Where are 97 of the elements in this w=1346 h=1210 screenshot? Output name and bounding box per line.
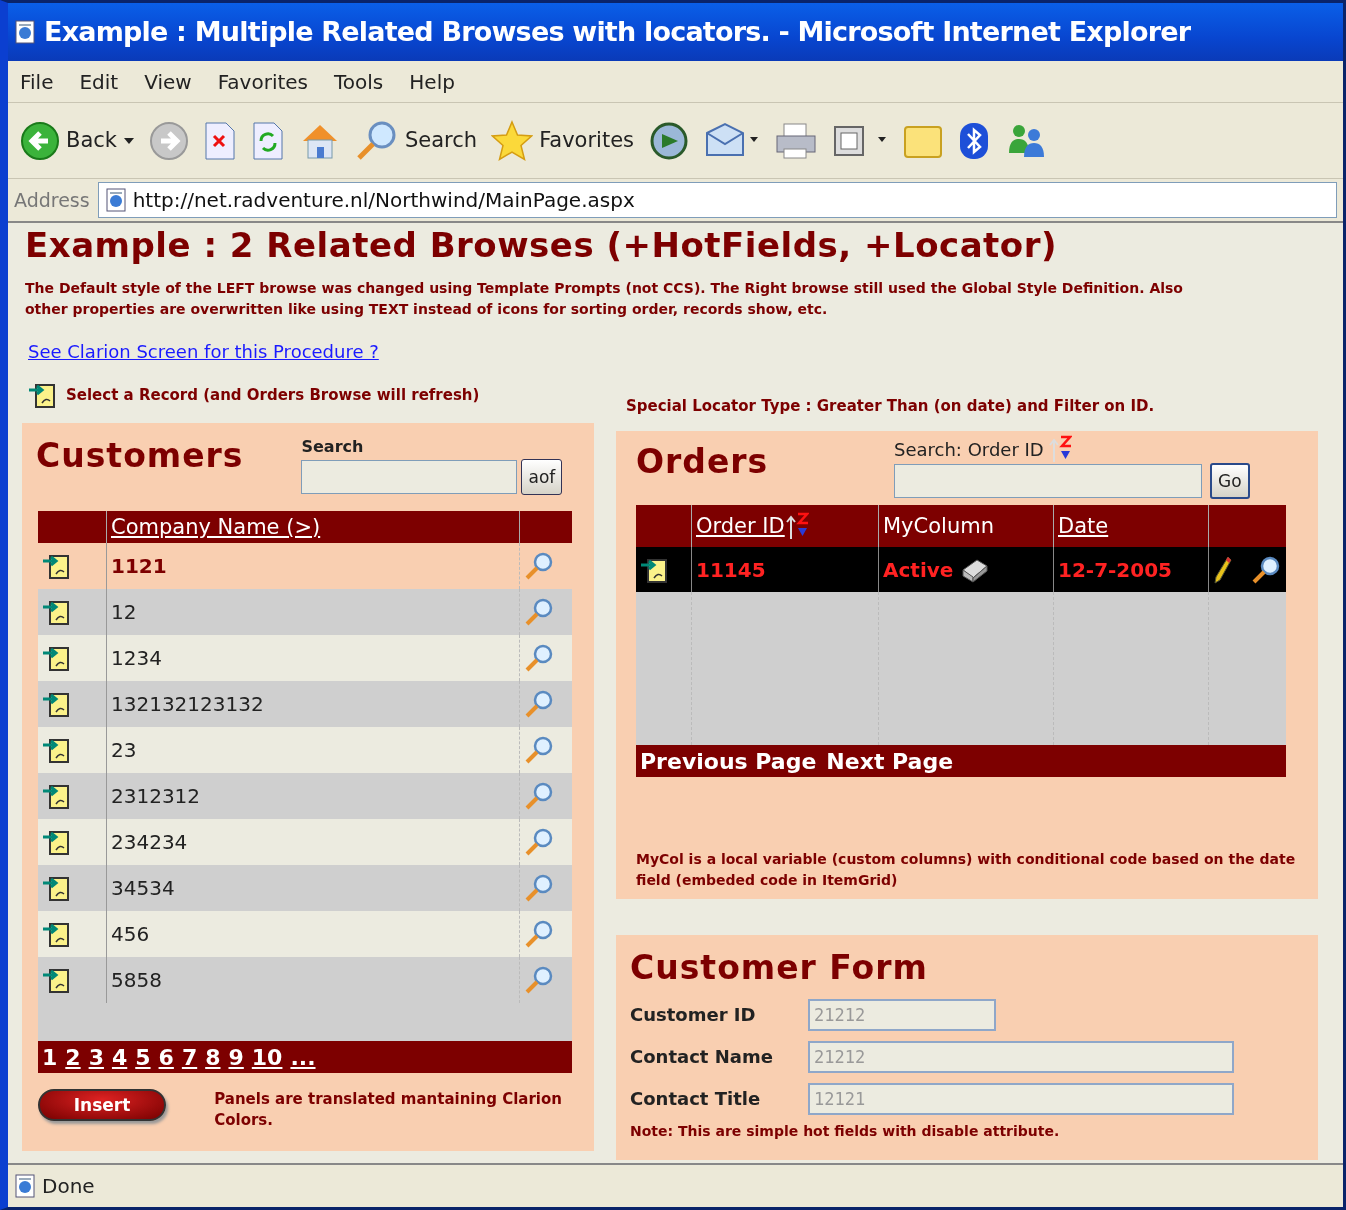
note-text: Note: This are simple hot fields with disable attribute. — [630, 1121, 1061, 1141]
table-cell-text: 456 — [111, 921, 150, 949]
panel-title: Orders — [636, 441, 770, 484]
table-row[interactable]: 456 — [38, 911, 572, 958]
select-record-icon[interactable] — [42, 598, 72, 627]
select-record-icon[interactable] — [42, 736, 72, 765]
page-link[interactable]: 2 — [65, 1040, 81, 1074]
magnifier-icon[interactable] — [1251, 554, 1281, 585]
select-record-icon[interactable] — [42, 920, 72, 949]
page-link[interactable]: 6 — [158, 1040, 174, 1074]
current-page: 1 — [42, 1043, 58, 1072]
pager-link[interactable]: Previous Page — [640, 744, 817, 778]
table-row[interactable]: 2312312 — [38, 773, 572, 820]
column-header-link[interactable]: Date — [1058, 510, 1109, 543]
insert-button[interactable]: Insert — [38, 1089, 167, 1122]
page-heading: Example : 2 Related Browses (+HotFields, +Locator) — [25, 227, 1059, 265]
table-cell-text: 5858 — [111, 967, 162, 995]
note-text: MyCol is a local variable (custom columns) with conditional code based on the date field (embeded code in ItemGrid) — [636, 850, 1296, 891]
toolbar-button[interactable]: Search — [355, 119, 478, 162]
stop-icon[interactable] — [203, 120, 237, 161]
table-row[interactable]: 5858 — [38, 957, 572, 1004]
refresh-icon[interactable] — [251, 120, 285, 161]
search-label: Search: Order ID — [894, 437, 1044, 462]
table-row[interactable]: 132132123132 — [38, 681, 572, 728]
window-icon — [14, 20, 36, 44]
pager-link[interactable]: Next Page — [826, 744, 954, 778]
page-link[interactable]: ... — [290, 1040, 316, 1074]
sort-icon[interactable] — [1047, 435, 1072, 464]
table-row[interactable]: 34534 — [38, 865, 572, 912]
field-label: Contact Title — [630, 1087, 762, 1112]
select-record-icon[interactable] — [42, 690, 72, 719]
table-cell-text: 12-7-2005 — [1058, 556, 1172, 584]
window-title: Example : Multiple Related Browses with locators. - Microsoft Internet Explorer — [44, 14, 1191, 49]
status-text: Done — [42, 1173, 95, 1200]
panel-title: Customers — [36, 435, 244, 478]
page-icon — [104, 188, 127, 212]
description-text: The Default style of the LEFT browse was changed using Template Prompts (not CCS). The Right browse still used the Global Style Definition. Also other properties are overwritten like using TEXT instead of icons for sorting order, records show, etc. — [25, 279, 1184, 320]
table-cell-text: 2312312 — [111, 783, 201, 811]
table-cell-text: 11145 — [696, 556, 766, 584]
field-label: Customer ID — [630, 1003, 757, 1028]
select-record-icon[interactable] — [42, 874, 72, 903]
page-icon — [14, 1174, 36, 1198]
select-record-icon[interactable] — [42, 828, 72, 857]
select-record-icon — [28, 381, 58, 410]
table-cell-text: 234234 — [111, 829, 188, 857]
address-label: Address — [14, 187, 90, 213]
table-cell-text: 23 — [111, 737, 137, 765]
select-record-icon[interactable] — [42, 644, 72, 673]
note-text: Panels are translated mantaining Clarion Colors. — [214, 1089, 563, 1132]
page-link[interactable]: 8 — [205, 1040, 221, 1074]
search-label: Search — [301, 436, 365, 459]
bluetooth-icon[interactable] — [958, 120, 990, 161]
table-cell-text: Active — [883, 556, 954, 584]
procedure-link[interactable]: See Clarion Screen for this Procedure ? — [28, 338, 379, 366]
hint-text: Select a Record (and Orders Browse will refresh) — [66, 385, 480, 407]
menu-item[interactable]: Help — [409, 66, 455, 97]
printer-icon[interactable] — [774, 120, 818, 161]
sort-icon[interactable] — [784, 512, 809, 541]
table-cell-text: 12 — [111, 599, 137, 627]
menu-item[interactable]: Tools — [334, 66, 384, 97]
table-row[interactable]: 23 — [38, 727, 572, 774]
menu-item[interactable]: File — [20, 66, 54, 97]
toolbar-button[interactable]: Back — [20, 120, 135, 161]
menu-item[interactable]: View — [144, 66, 192, 97]
page-link[interactable]: 10 — [251, 1040, 283, 1074]
search-field[interactable] — [894, 464, 1202, 499]
page-link[interactable]: 3 — [88, 1040, 104, 1074]
find-button[interactable]: aof — [521, 459, 563, 496]
page-link[interactable]: 4 — [111, 1040, 128, 1074]
select-record-icon[interactable] — [42, 782, 72, 811]
select-record-icon[interactable] — [42, 552, 72, 581]
table-cell-text: 132132123132 — [111, 691, 264, 719]
column-header: MyColumn — [883, 512, 994, 540]
table-row[interactable]: 1234 — [38, 635, 572, 682]
hint-text: Special Locator Type : Greater Than (on date) and Filter on ID. — [626, 395, 1155, 417]
page-link[interactable]: 7 — [181, 1040, 198, 1074]
dropdown-caret-icon[interactable] — [123, 135, 135, 146]
pencil-icon[interactable] — [1213, 554, 1233, 585]
table-cell-text: 34534 — [111, 875, 175, 903]
star-icon[interactable] — [491, 119, 534, 162]
column-header-link[interactable]: Order ID — [696, 510, 785, 543]
address-field[interactable]: http://net.radventure.nl/Northwind/MainPage.aspx — [97, 182, 1337, 218]
page-link[interactable]: 9 — [228, 1040, 244, 1074]
table-row[interactable]: 12 — [38, 589, 572, 636]
table-row[interactable]: 234234 — [38, 819, 572, 866]
go-button[interactable]: Go — [1210, 463, 1250, 500]
menu-item[interactable]: Favorites — [217, 66, 308, 97]
search-field[interactable] — [301, 460, 518, 495]
table-cell-text: 1234 — [111, 645, 162, 673]
table-row[interactable]: 11145 Active 12-7-2005 — [636, 547, 1286, 593]
panel-title: Customer Form — [630, 947, 929, 990]
select-record-icon[interactable] — [42, 966, 72, 995]
field-label: Contact Name — [630, 1045, 774, 1070]
page-link[interactable]: 5 — [135, 1040, 151, 1074]
toolbar-button[interactable]: Favorites — [491, 119, 634, 162]
menu-item[interactable]: Edit — [79, 66, 119, 97]
table-cell-text: 1121 — [111, 553, 167, 581]
